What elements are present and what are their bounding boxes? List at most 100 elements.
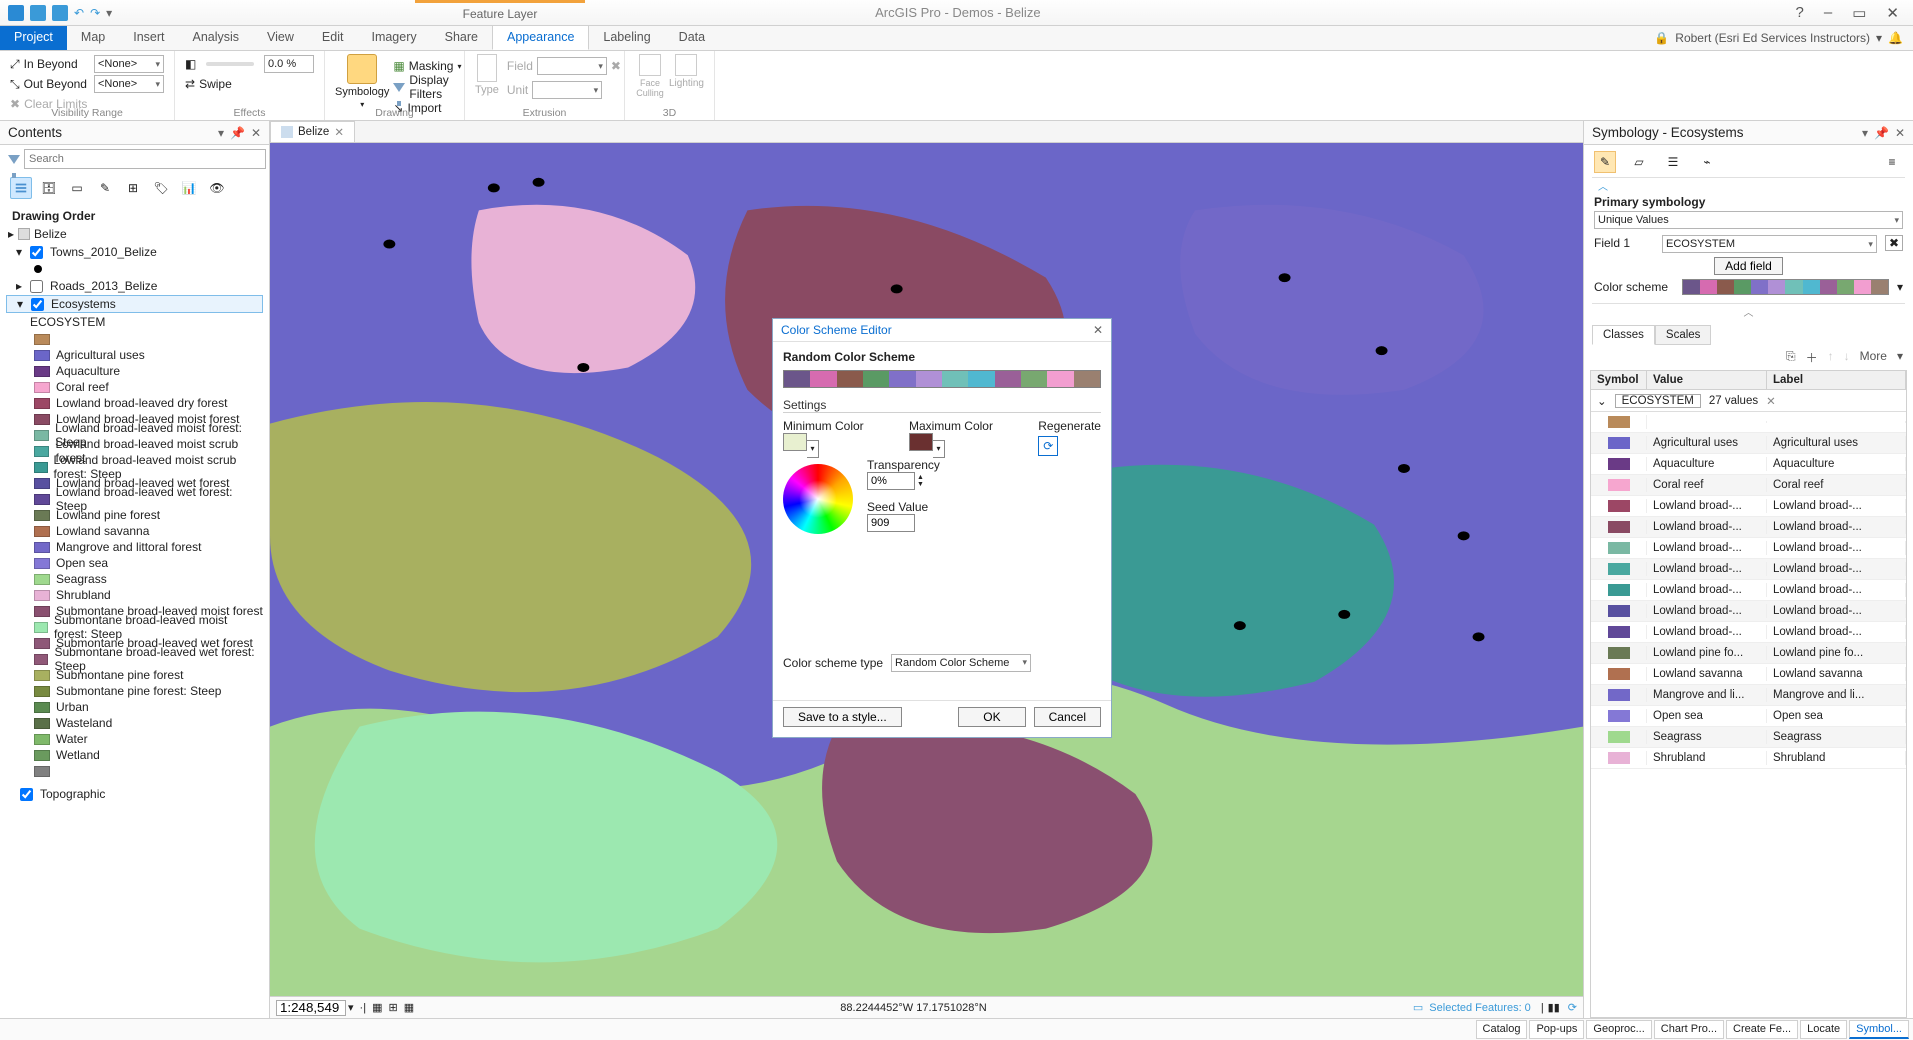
list-by-selection-icon[interactable]: ▭ <box>66 177 88 199</box>
list-by-snapping-icon[interactable]: ⊞ <box>122 177 144 199</box>
remove-group-icon[interactable]: ✕ <box>1766 394 1776 408</box>
legend-item[interactable]: Lowland savanna <box>6 523 263 539</box>
legend-item[interactable]: Open sea <box>6 555 263 571</box>
label-cell[interactable]: Aquaculture <box>1767 457 1906 471</box>
symbol-swatch[interactable] <box>1608 647 1630 659</box>
help-button[interactable]: ? <box>1796 4 1804 22</box>
search-input[interactable] <box>24 149 266 169</box>
legend-item[interactable]: Lowland broad-leaved moist scrub forest:… <box>6 459 263 475</box>
label-cell[interactable]: Lowland broad-... <box>1767 604 1906 618</box>
grid-row[interactable]: Lowland broad-...Lowland broad-... <box>1591 538 1906 559</box>
ecosystems-checkbox[interactable] <box>31 298 44 311</box>
scheme-type-combo[interactable]: Random Color Scheme▾ <box>891 654 1031 672</box>
pin-icon[interactable]: 📌 <box>1874 126 1889 140</box>
label-cell[interactable]: Lowland pine fo... <box>1767 646 1906 660</box>
tab-scales[interactable]: Scales <box>1655 325 1712 345</box>
color-scheme-picker[interactable] <box>1682 279 1889 295</box>
label-cell[interactable]: Shrubland <box>1767 751 1906 765</box>
tab-classes[interactable]: Classes <box>1592 325 1655 345</box>
move-up-icon[interactable]: ↑ <box>1828 349 1834 366</box>
legend-item[interactable]: Agricultural uses <box>6 347 263 363</box>
label-cell[interactable]: Lowland broad-... <box>1767 499 1906 513</box>
transparency-input[interactable] <box>867 472 915 490</box>
symbol-swatch[interactable] <box>1608 584 1630 596</box>
legend-item[interactable]: Shrubland <box>6 587 263 603</box>
min-color-swatch[interactable] <box>783 433 807 451</box>
chevron-up-icon[interactable]: ︿ <box>1598 182 1608 193</box>
catalog-icon[interactable]: ▮▮ <box>1548 1001 1560 1014</box>
legend-item[interactable] <box>6 331 263 347</box>
chevron-down-icon[interactable]: ⌄ <box>1597 394 1607 408</box>
grid-row[interactable]: ShrublandShrubland <box>1591 748 1906 769</box>
symbol-swatch[interactable] <box>1608 542 1630 554</box>
symbol-swatch[interactable] <box>1608 689 1630 701</box>
legend-item[interactable]: Wetland <box>6 747 263 763</box>
masking-button[interactable]: Masking <box>409 59 454 73</box>
legend-item[interactable]: Wasteland <box>6 715 263 731</box>
advanced-icon[interactable]: ⌁ <box>1696 151 1718 173</box>
dropdown-icon[interactable]: ▾ <box>218 126 224 140</box>
tab-appearance[interactable]: Appearance <box>492 26 589 50</box>
legend-item[interactable]: Urban <box>6 699 263 715</box>
group-field-chip[interactable]: ECOSYSTEM <box>1615 394 1701 408</box>
grid-row[interactable]: Agricultural usesAgricultural uses <box>1591 433 1906 454</box>
dropdown-icon[interactable]: ▾ <box>1862 126 1868 140</box>
legend-item[interactable]: Lowland broad-leaved wet forest: Steep <box>6 491 263 507</box>
value-cell[interactable]: Coral reef <box>1647 478 1767 492</box>
redo-icon[interactable]: ↷ <box>90 6 100 20</box>
grid-row[interactable]: Lowland broad-...Lowland broad-... <box>1591 559 1906 580</box>
symbol-swatch[interactable] <box>1608 479 1630 491</box>
label-cell[interactable]: Lowland broad-... <box>1767 520 1906 534</box>
tab-locate[interactable]: Locate <box>1800 1020 1847 1039</box>
close-icon[interactable]: ✕ <box>1895 126 1905 140</box>
symbol-swatch[interactable] <box>1608 458 1630 470</box>
value-cell[interactable]: Agricultural uses <box>1647 436 1767 450</box>
list-by-chart-icon[interactable]: 📊 <box>178 177 200 199</box>
tab-chartprop[interactable]: Chart Pro... <box>1654 1020 1724 1039</box>
tab-edit[interactable]: Edit <box>308 26 358 50</box>
grid-row[interactable]: Lowland broad-...Lowland broad-... <box>1591 622 1906 643</box>
color-ramp-preview[interactable] <box>783 370 1101 388</box>
symbology-grid[interactable]: Symbol Value Label ⌄ ECOSYSTEM 27 values… <box>1590 370 1907 1018</box>
list-by-editing-icon[interactable]: ✎ <box>94 177 116 199</box>
value-cell[interactable]: Lowland broad-... <box>1647 604 1767 618</box>
snap-icon[interactable]: ⊞ <box>388 1001 397 1014</box>
value-cell[interactable] <box>1647 421 1767 423</box>
value-cell[interactable]: Lowland broad-... <box>1647 499 1767 513</box>
label-cell[interactable]: Lowland broad-... <box>1767 583 1906 597</box>
legend-item[interactable]: Seagrass <box>6 571 263 587</box>
roads-checkbox[interactable] <box>30 280 43 293</box>
tab-createfe[interactable]: Create Fe... <box>1726 1020 1798 1039</box>
tab-map[interactable]: Map <box>67 26 119 50</box>
legend-item[interactable]: Water <box>6 731 263 747</box>
expression-icon[interactable]: ✖ <box>1885 235 1903 251</box>
label-cell[interactable]: Seagrass <box>1767 730 1906 744</box>
value-cell[interactable]: Lowland broad-... <box>1647 562 1767 576</box>
symbol-swatch[interactable] <box>1608 521 1630 533</box>
map-tab-belize[interactable]: Belize✕ <box>270 121 355 142</box>
ok-button[interactable]: OK <box>958 707 1025 727</box>
grid-row[interactable]: Lowland savannaLowland savanna <box>1591 664 1906 685</box>
symbol-swatch[interactable] <box>1608 752 1630 764</box>
layer-roads[interactable]: ▸ Roads_2013_Belize <box>6 277 263 295</box>
value-cell[interactable]: Mangrove and li... <box>1647 688 1767 702</box>
chevron-up-icon[interactable]: ︿ <box>1744 308 1754 319</box>
in-beyond-combo[interactable]: <None>▾ <box>94 55 164 73</box>
transparency-value[interactable]: 0.0 % <box>264 55 314 73</box>
value-cell[interactable]: Lowland savanna <box>1647 667 1767 681</box>
cancel-button[interactable]: Cancel <box>1034 707 1101 727</box>
out-beyond-combo[interactable]: <None>▾ <box>94 75 164 93</box>
maximize-button[interactable]: ▭ <box>1852 4 1866 22</box>
grid-row[interactable]: Coral reefCoral reef <box>1591 475 1906 496</box>
value-cell[interactable]: Lowland broad-... <box>1647 583 1767 597</box>
label-cell[interactable]: Lowland savanna <box>1767 667 1906 681</box>
spin-up-icon[interactable]: ▲ <box>917 474 924 481</box>
filter-icon[interactable] <box>8 155 20 164</box>
label-cell[interactable]: Lowland broad-... <box>1767 541 1906 555</box>
signin-area[interactable]: 🔒 Robert (Esri Ed Services Instructors) … <box>1654 26 1913 50</box>
legend-item[interactable] <box>6 763 263 779</box>
map-node[interactable]: ▸ Belize <box>6 225 263 243</box>
grid-row[interactable]: SeagrassSeagrass <box>1591 727 1906 748</box>
tab-imagery[interactable]: Imagery <box>357 26 430 50</box>
list-by-perception-icon[interactable]: 👁 <box>206 177 228 199</box>
